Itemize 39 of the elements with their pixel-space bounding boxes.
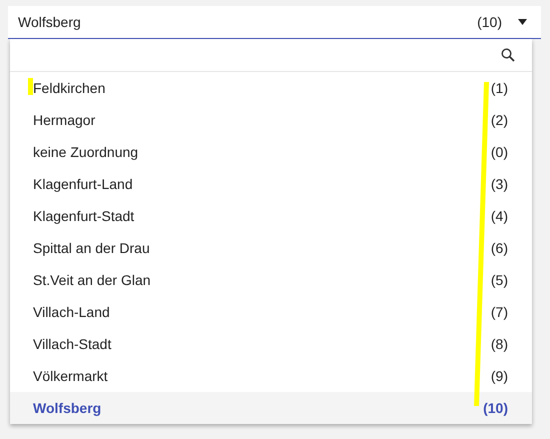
highlighter-mark	[28, 78, 33, 95]
option-item[interactable]: Feldkirchen (1)	[10, 72, 532, 104]
option-label: Hermagor	[33, 112, 96, 128]
option-label: keine Zuordnung	[33, 144, 138, 160]
option-item[interactable]: Wolfsberg (10)	[10, 392, 532, 424]
option-count: (3)	[490, 176, 508, 192]
option-count: (0)	[490, 144, 508, 160]
option-item[interactable]: Klagenfurt-Land (3)	[10, 168, 532, 200]
option-label: St.Veit an der Glan	[33, 272, 151, 288]
option-count: (6)	[490, 240, 508, 256]
option-count: (5)	[490, 272, 508, 288]
option-item[interactable]: Villach-Land (7)	[10, 296, 532, 328]
option-item[interactable]: Spittal an der Drau (6)	[10, 232, 532, 264]
selected-value: Wolfsberg	[18, 14, 82, 30]
option-item[interactable]: Klagenfurt-Stadt (4)	[10, 200, 532, 232]
caret-icon	[518, 19, 527, 25]
option-label: Villach-Land	[33, 304, 110, 320]
option-item[interactable]: keine Zuordnung (0)	[10, 136, 532, 168]
dropdown-select[interactable]: Wolfsberg (10)	[8, 6, 541, 39]
selected-count: (10)	[477, 14, 502, 30]
option-count: (9)	[490, 368, 508, 384]
option-item[interactable]: Völkermarkt (9)	[10, 360, 532, 392]
option-count: (7)	[490, 304, 508, 320]
option-label: Villach-Stadt	[33, 336, 112, 352]
option-item[interactable]: St.Veit an der Glan (5)	[10, 264, 532, 296]
option-item[interactable]: Villach-Stadt (8)	[10, 328, 532, 360]
option-count: (4)	[490, 208, 508, 224]
option-count: (1)	[490, 80, 508, 96]
option-label: Völkermarkt	[33, 368, 108, 384]
option-label: Wolfsberg	[33, 400, 102, 416]
option-label: Feldkirchen	[33, 80, 106, 96]
option-label: Klagenfurt-Land	[33, 176, 133, 192]
option-count: (2)	[490, 112, 508, 128]
search-icon[interactable]	[501, 48, 515, 62]
option-count: (8)	[490, 336, 508, 352]
option-label: Spittal an der Drau	[33, 240, 150, 256]
option-count: (10)	[483, 400, 508, 416]
option-item[interactable]: Hermagor (2)	[10, 104, 532, 136]
option-label: Klagenfurt-Stadt	[33, 208, 134, 224]
